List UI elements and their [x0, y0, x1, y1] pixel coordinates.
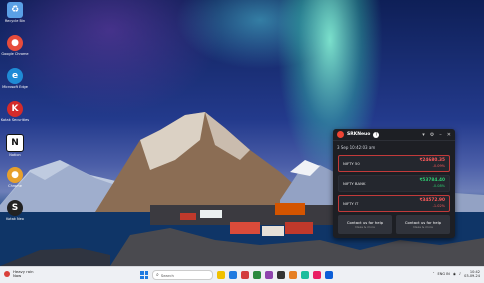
index-row-nifty50[interactable]: NIFTY 50 ₹24680.35 -0.09% — [338, 155, 450, 172]
desktop-icons: ♻ Recycle Bin ● Google Chrome e Microsof… — [0, 2, 30, 233]
index-name: NIFTY 50 — [343, 161, 360, 166]
market-widget: SRKNeuo ? ▾ ⚙ – ✕ 3 Sep 10:42:03 am NIFT… — [333, 129, 455, 238]
window-controls: ▾ ⚙ – ✕ — [422, 132, 451, 138]
index-change: -1.02% — [432, 204, 445, 208]
volume-icon[interactable]: ♪ — [459, 272, 461, 276]
kotak-neo-icon: S — [7, 200, 23, 216]
search-icon: ⌕ — [156, 272, 159, 278]
language-indicator[interactable]: ENG IN — [438, 272, 450, 276]
taskbar-search[interactable]: ⌕ Search — [152, 270, 213, 280]
contact-help-button-2[interactable]: Contact us for help Ideas & more — [396, 215, 450, 234]
weather-icon — [4, 271, 10, 277]
index-change: -0.09% — [432, 164, 445, 168]
taskbar-app-1[interactable] — [217, 271, 225, 279]
desktop-icon-chrome-2[interactable]: ● Chrome — [2, 167, 28, 197]
taskbar-app-5[interactable] — [265, 271, 273, 279]
widget-actions: Contact us for help Ideas & more Contact… — [338, 215, 450, 234]
weather-widget[interactable]: Heavy rain Now — [4, 270, 34, 278]
search-placeholder: Search — [160, 272, 174, 278]
taskbar-app-10[interactable] — [325, 271, 333, 279]
index-name: NIFTY BANK — [343, 181, 366, 186]
desktop-icon-kotak-neo[interactable]: S Kotak Neo — [2, 200, 28, 230]
action-sublabel: Ideas & more — [412, 225, 434, 229]
kotak-icon: K — [7, 101, 23, 117]
taskbar-app-9[interactable] — [313, 271, 321, 279]
index-change: -0.08% — [432, 184, 445, 188]
desktop-icon-label: Google Chrome — [1, 52, 29, 56]
desktop-icon-edge[interactable]: e Microsoft Edge — [2, 68, 28, 98]
recycle-bin-icon: ♻ — [7, 2, 23, 18]
desktop-icon-kotak[interactable]: K Kotak Securities — [0, 101, 30, 131]
desktop-icon-label: Chrome — [8, 184, 22, 188]
weather-subtitle: Now — [13, 273, 22, 278]
desktop-icon-label: Microsoft Edge — [2, 85, 28, 89]
taskbar-app-3[interactable] — [241, 271, 249, 279]
edge-icon: e — [7, 68, 23, 84]
taskbar-app-4[interactable] — [253, 271, 261, 279]
desktop-icon-notion[interactable]: N Notion — [2, 134, 28, 164]
minimize-icon[interactable]: – — [439, 132, 442, 138]
desktop-wallpaper: ♻ Recycle Bin ● Google Chrome e Microsof… — [0, 0, 484, 266]
taskbar-app-6[interactable] — [277, 271, 285, 279]
settings-icon[interactable]: ⚙ — [430, 132, 434, 138]
chrome-icon: ● — [7, 167, 23, 183]
desktop-icon-chrome[interactable]: ● Google Chrome — [1, 35, 29, 65]
help-icon[interactable]: ? — [373, 131, 380, 138]
desktop-icon-recycle-bin[interactable]: ♻ Recycle Bin — [2, 2, 28, 32]
taskbar: Heavy rain Now ⌕ Search ˄ ENG IN ◉ ♪ 10:… — [0, 266, 484, 283]
system-tray: ˄ ENG IN ◉ ♪ 10:42 03-09-24 — [433, 270, 480, 278]
action-sublabel: Ideas & more — [354, 225, 376, 229]
app-logo-icon — [337, 131, 344, 138]
pin-icon[interactable]: ▾ — [422, 132, 425, 138]
clock-date: 03-09-24 — [464, 274, 480, 278]
desktop-icon-label: Recycle Bin — [4, 19, 26, 23]
close-icon[interactable]: ✕ — [447, 132, 451, 138]
desktop-icon-label: Kotak Neo — [6, 217, 24, 221]
clock[interactable]: 10:42 03-09-24 — [464, 270, 480, 278]
taskbar-app-7[interactable] — [289, 271, 297, 279]
notion-icon: N — [6, 134, 24, 152]
contact-help-button[interactable]: Contact us for help Ideas & more — [338, 215, 392, 234]
index-price: ₹34572.90 — [419, 198, 445, 203]
index-row-niftyit[interactable]: NIFTY IT ₹34572.90 -1.02% — [338, 195, 450, 212]
index-name: NIFTY IT — [343, 201, 359, 206]
desktop-icon-label: Kotak Securities — [0, 118, 30, 122]
desktop-icon-label: Notion — [9, 153, 21, 157]
widget-header: SRKNeuo ? ▾ ⚙ – ✕ — [333, 129, 455, 141]
widget-datetime: 3 Sep 10:42:03 am — [337, 145, 376, 150]
widget-title: SRKNeuo — [347, 132, 371, 137]
taskbar-center: ⌕ Search — [140, 270, 333, 280]
wifi-icon[interactable]: ◉ — [453, 272, 456, 276]
taskbar-app-2[interactable] — [229, 271, 237, 279]
index-price: ₹53784.40 — [419, 178, 445, 183]
taskbar-app-8[interactable] — [301, 271, 309, 279]
start-icon[interactable] — [140, 271, 148, 279]
index-price: ₹24680.35 — [419, 158, 445, 163]
chevron-up-icon[interactable]: ˄ — [433, 272, 435, 276]
chrome-icon: ● — [7, 35, 23, 51]
index-row-niftybank[interactable]: NIFTY BANK ₹53784.40 -0.08% — [338, 175, 450, 192]
